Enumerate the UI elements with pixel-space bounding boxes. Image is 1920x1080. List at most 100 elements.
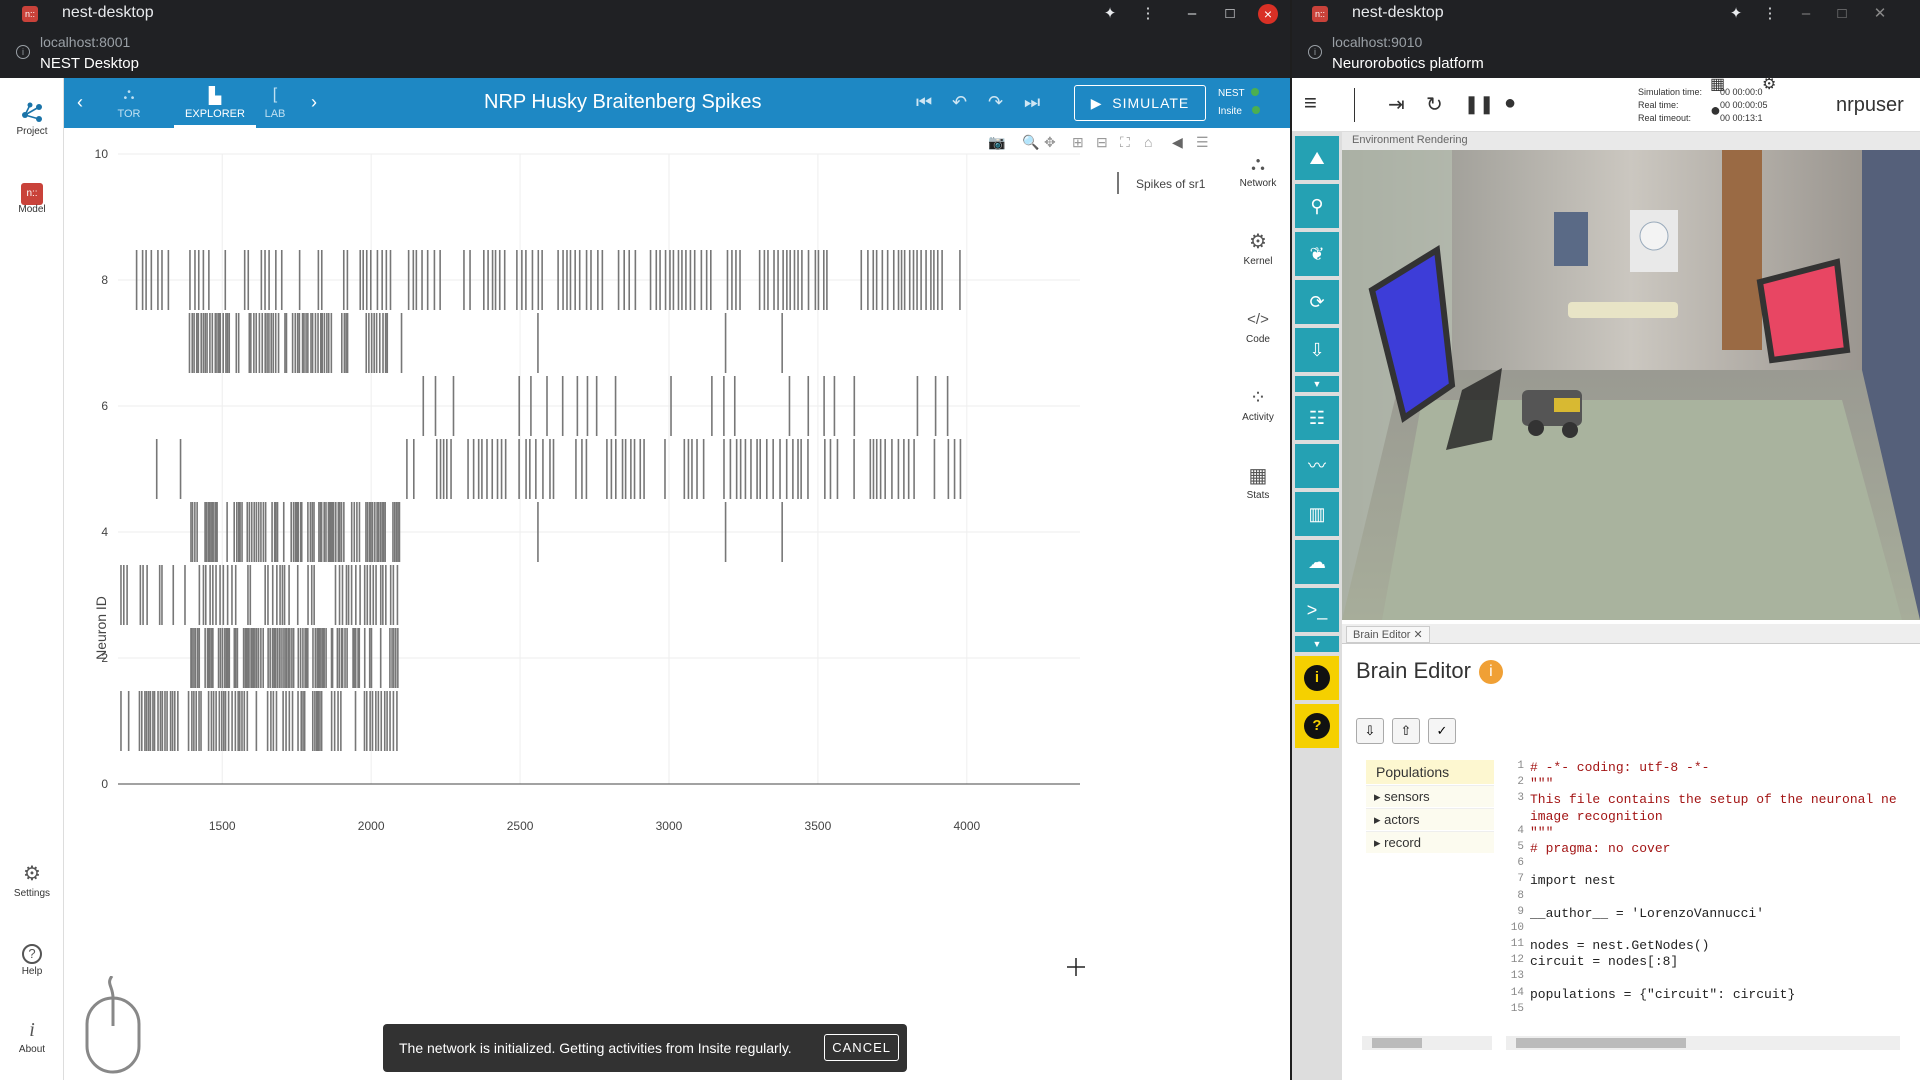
more-menu-icon[interactable]: ⋮ bbox=[1138, 4, 1158, 24]
help-icon: ? bbox=[0, 940, 64, 964]
app-name: NEST Desktop bbox=[40, 55, 139, 72]
controller-side-panel: ⛬ Network ⚙ Kernel </> Code ⁘ Activity ▦ Stat… bbox=[1226, 128, 1290, 1080]
info-icon[interactable]: i bbox=[1478, 660, 1503, 684]
environment-icon[interactable]: ⛰ bbox=[1295, 136, 1339, 180]
panel-network[interactable]: ⛬ Network bbox=[1226, 152, 1290, 189]
undo-icon[interactable]: ↶ bbox=[952, 92, 967, 113]
nest-status: NEST bbox=[1218, 88, 1259, 99]
last-icon[interactable]: ⏭ bbox=[1024, 92, 1040, 113]
user-avatar-icon[interactable]: ● bbox=[1710, 100, 1721, 121]
address-bar: i localhost:8001 NEST Desktop bbox=[0, 28, 1290, 78]
site-info-icon[interactable]: i bbox=[1308, 45, 1322, 59]
apply-button[interactable]: ✓ bbox=[1428, 718, 1456, 744]
scatter-plot-icon: ⁘ bbox=[1249, 387, 1267, 409]
brain-visualizer-icon[interactable]: ☁ bbox=[1295, 540, 1339, 584]
redo-icon[interactable]: ↷ bbox=[988, 92, 1003, 113]
horizontal-scrollbar[interactable] bbox=[1362, 1036, 1492, 1050]
tab-lab[interactable]: [ LAB bbox=[260, 78, 290, 128]
close-icon[interactable]: ✕ bbox=[1870, 4, 1890, 24]
first-icon[interactable]: ⏮ bbox=[916, 92, 932, 113]
tab-brain-editor[interactable]: Brain Editor ✕ bbox=[1346, 626, 1430, 643]
close-tab-icon[interactable]: ✕ bbox=[1414, 629, 1423, 641]
population-item[interactable]: ▸ actors bbox=[1366, 808, 1494, 830]
file-import-icon[interactable]: ⇩ bbox=[1295, 328, 1339, 372]
nest-app-icon: n:: bbox=[1312, 6, 1328, 22]
mouse-icon bbox=[85, 976, 141, 1074]
x-tick-label: 1500 bbox=[209, 819, 236, 833]
raster-chart: 1500 2000 2500 3000 3500 40000246810 Neuron I… bbox=[93, 147, 1206, 976]
nav-about-label: About bbox=[18, 1044, 46, 1055]
tab-editor[interactable]: ⛬ TOR bbox=[104, 78, 154, 128]
panel-activity[interactable]: ⁘ Activity bbox=[1226, 386, 1290, 423]
exit-icon[interactable]: ⇥ bbox=[1388, 92, 1405, 117]
panel-kernel[interactable]: ⚙ Kernel bbox=[1226, 230, 1290, 267]
close-icon[interactable]: × bbox=[1258, 4, 1278, 24]
site-info-icon[interactable]: i bbox=[16, 45, 30, 59]
status-dot bbox=[1251, 106, 1260, 114]
terminal-icon[interactable]: >_ bbox=[1295, 588, 1339, 632]
expand-down-icon[interactable]: ▼ bbox=[1295, 376, 1339, 392]
download-button[interactable]: ⇩ bbox=[1356, 718, 1384, 744]
bar-chart-icon[interactable]: ▥ bbox=[1295, 492, 1339, 536]
nav-settings[interactable]: ⚙ Settings bbox=[0, 862, 64, 899]
object-library-icon[interactable]: ⚲ bbox=[1295, 184, 1339, 228]
joint-plot-icon[interactable]: 〰 bbox=[1295, 444, 1339, 488]
tab-explorer-label: EXPLORER bbox=[185, 108, 245, 120]
panel-stats[interactable]: ▦ Stats bbox=[1226, 464, 1290, 501]
chevron-right-icon[interactable]: › bbox=[304, 78, 324, 128]
spike-monitor-icon[interactable]: ☷ bbox=[1295, 396, 1339, 440]
code-editor[interactable]: 1 # -*- coding: utf-8 -*- 2 """ 3 This file c… bbox=[1502, 760, 1910, 1030]
y-tick-label: 0 bbox=[101, 777, 108, 791]
chevron-left-icon[interactable]: ‹ bbox=[70, 78, 90, 128]
more-menu-icon[interactable]: ⋮ bbox=[1760, 4, 1780, 24]
panel-code[interactable]: </> Code bbox=[1226, 308, 1290, 345]
extensions-icon[interactable]: ✦ bbox=[1100, 4, 1120, 24]
snackbar: The network is initialized. Getting acti… bbox=[383, 1024, 907, 1072]
line-number: 8 bbox=[1517, 889, 1524, 902]
expand-down-icon[interactable]: ▼ bbox=[1295, 636, 1339, 652]
scrollbar-thumb[interactable] bbox=[1516, 1038, 1686, 1048]
sim-time-label: Simulation time: bbox=[1638, 87, 1703, 97]
record-icon[interactable]: ● bbox=[1504, 92, 1516, 115]
minimize-icon[interactable]: – bbox=[1182, 4, 1202, 24]
maximize-icon[interactable]: □ bbox=[1220, 4, 1240, 24]
host-url: localhost:8001 bbox=[40, 34, 131, 50]
timeout-value: 00 00:13:1 bbox=[1720, 113, 1763, 123]
tab-explorer[interactable]: ▙ EXPLORER bbox=[174, 78, 256, 128]
x-tick-label: 3500 bbox=[805, 819, 832, 833]
y-tick-label: 6 bbox=[101, 399, 108, 413]
simulate-button[interactable]: ▶ SIMULATE bbox=[1074, 85, 1206, 121]
brain-icon[interactable]: ❦ bbox=[1295, 232, 1339, 276]
title-bar: n:: nest-desktop ✦ ⋮ – □ ✕ bbox=[1292, 0, 1920, 28]
population-item[interactable]: ▸ sensors bbox=[1366, 785, 1494, 807]
nav-about[interactable]: i About bbox=[0, 1018, 64, 1055]
extensions-icon[interactable]: ✦ bbox=[1726, 4, 1746, 24]
apps-grid-icon[interactable]: ▦ bbox=[1710, 74, 1725, 94]
horizontal-scrollbar[interactable] bbox=[1506, 1036, 1900, 1050]
code-text: nodes = nest.GetNodes() bbox=[1530, 938, 1710, 954]
nav-help[interactable]: ? Help bbox=[0, 940, 64, 977]
project-title: NRP Husky Braitenberg Spikes bbox=[484, 91, 762, 113]
nrp-window: n:: nest-desktop ✦ ⋮ – □ ✕ i localhost:9… bbox=[1292, 0, 1920, 1080]
upload-button[interactable]: ⇧ bbox=[1392, 718, 1420, 744]
gear-icon[interactable]: ⚙ bbox=[1762, 74, 1776, 94]
scrollbar-thumb[interactable] bbox=[1372, 1038, 1422, 1048]
code-line: 4 """ bbox=[1502, 825, 1910, 841]
hamburger-menu-icon[interactable]: ≡ bbox=[1304, 90, 1317, 116]
info-button[interactable]: i bbox=[1295, 656, 1339, 700]
environment-rendering[interactable] bbox=[1342, 150, 1920, 620]
panel-code-label: Code bbox=[1246, 334, 1270, 345]
maximize-icon[interactable]: □ bbox=[1832, 4, 1852, 24]
nest-app-icon: n:: bbox=[22, 6, 38, 22]
transfer-function-icon[interactable]: ⟳ bbox=[1295, 280, 1339, 324]
population-item[interactable]: ▸ record bbox=[1366, 831, 1494, 853]
nav-project[interactable]: Project bbox=[0, 100, 64, 137]
cancel-button[interactable]: CANCEL bbox=[824, 1034, 899, 1061]
help-button[interactable]: ? bbox=[1295, 704, 1339, 748]
minimize-icon[interactable]: – bbox=[1796, 4, 1816, 24]
nrp-tool-column: ⛰ ⚲ ❦ ⟳ ⇩ ▼ ☷ 〰 ▥ ☁ >_ ▼ i ? bbox=[1292, 132, 1342, 1080]
pause-icon[interactable]: ❚❚ bbox=[1464, 94, 1494, 115]
reset-icon[interactable]: ↻ bbox=[1426, 92, 1443, 117]
populations-header: Populations bbox=[1366, 760, 1494, 784]
nav-model[interactable]: n:: Model bbox=[0, 178, 64, 215]
